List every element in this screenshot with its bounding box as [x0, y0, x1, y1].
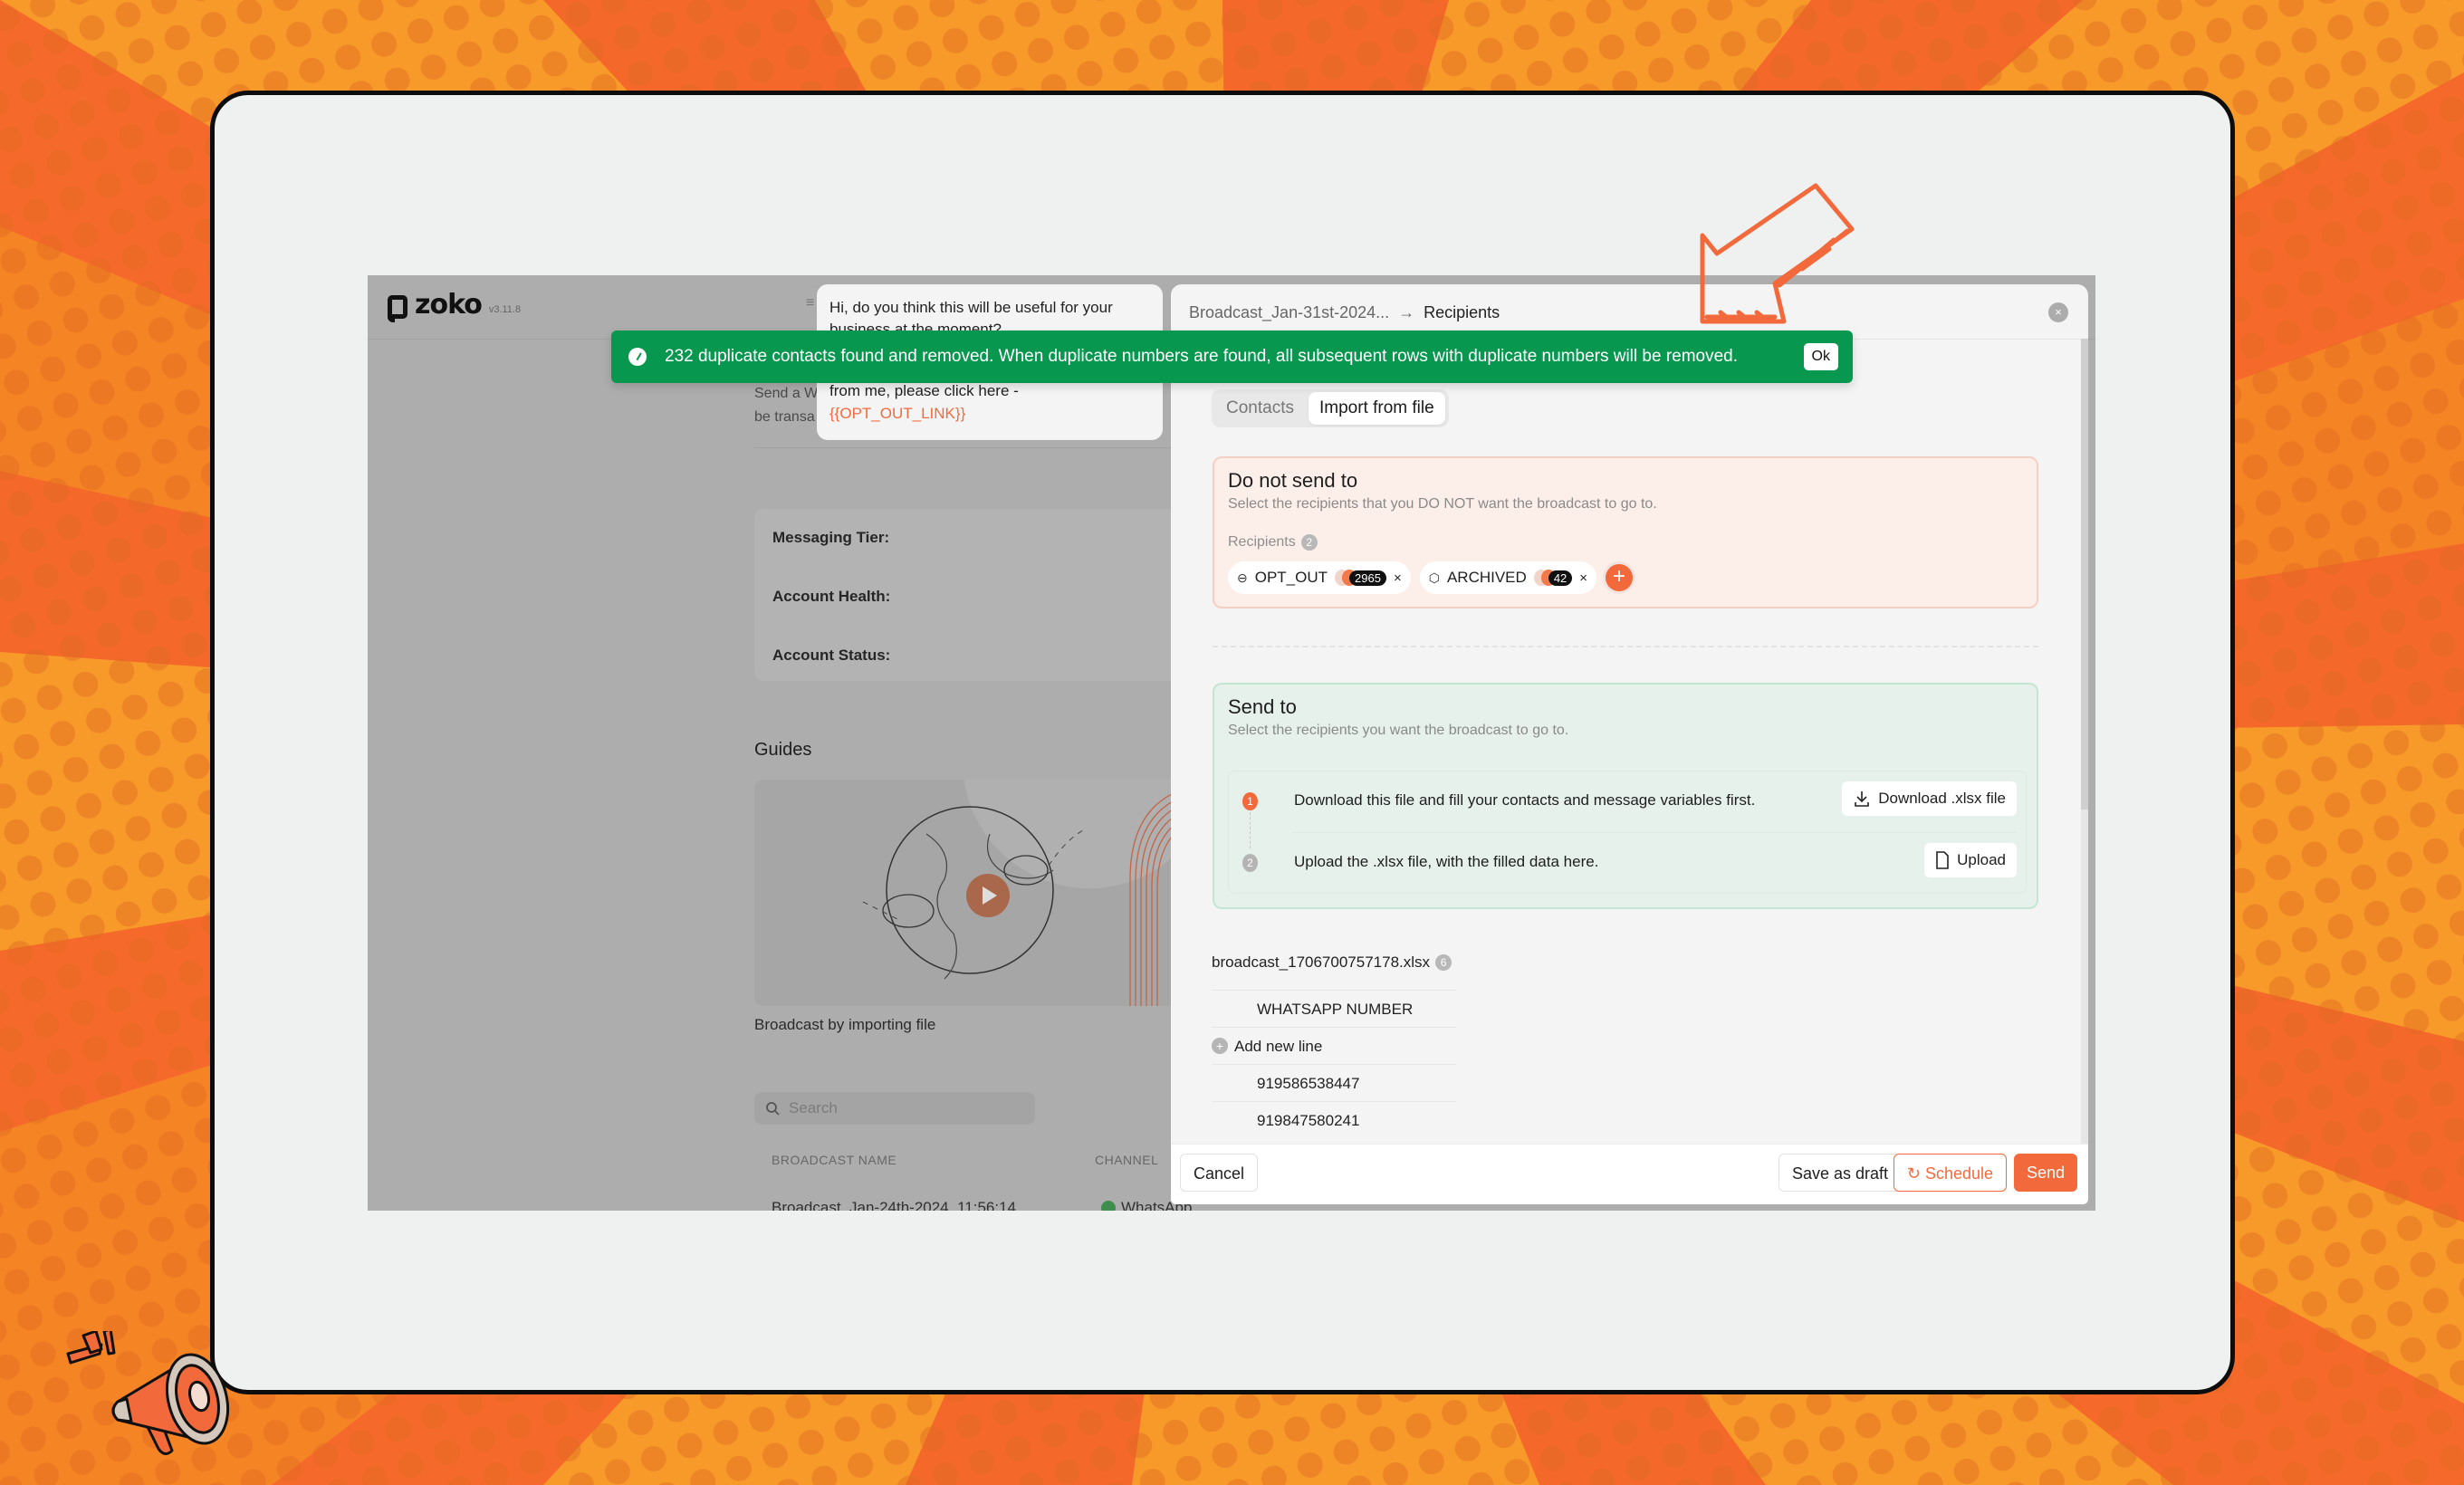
schedule-label: Schedule — [1924, 1164, 1993, 1183]
guide-video-thumbnail[interactable] — [754, 780, 1180, 1006]
app-window: zoko v3.11.8 ≡ Send a W be transa Messag… — [368, 275, 2095, 1211]
search-icon — [766, 1102, 780, 1116]
import-steps: 1 Download this file and fill your conta… — [1228, 771, 2027, 894]
tab-import-from-file[interactable]: Import from file — [1308, 392, 1445, 425]
chip-archived[interactable]: ⬡ ARCHIVED 42 × — [1419, 561, 1597, 594]
section-divider — [1213, 646, 2038, 647]
table-row[interactable]: 919586538447 — [1212, 1064, 1456, 1101]
messaging-tier-label: Messaging Tier: — [772, 529, 890, 546]
opt-out-link-variable: {{OPT_OUT_LINK}} — [829, 405, 966, 422]
duplicate-contacts-toast: 232 duplicate contacts found and removed… — [611, 331, 1853, 383]
scrollbar[interactable] — [2081, 339, 2088, 1163]
file-name: broadcast_1706700757178.xlsx — [1212, 953, 1431, 971]
column-header-channel: CHANNEL — [1095, 1153, 1159, 1167]
chip-count: 2965 — [1349, 570, 1386, 586]
do-not-send-subtitle: Select the recipients that you DO NOT wa… — [1228, 496, 1657, 512]
breadcrumb-current: Recipients — [1424, 303, 1500, 321]
megaphone-icon — [66, 1331, 230, 1455]
divider — [754, 447, 1180, 448]
avatar-stack: 42 — [1533, 570, 1573, 586]
chip-label: OPT_OUT — [1254, 569, 1328, 586]
tab-contacts[interactable]: Contacts — [1215, 392, 1305, 425]
search-input[interactable]: Search — [754, 1092, 1035, 1125]
step-number: 2 — [1242, 854, 1258, 872]
send-to-subtitle: Select the recipients you want the broad… — [1228, 723, 1569, 738]
breadcrumb: Broadcast_Jan-31st-2024... → Recipients — [1189, 303, 1500, 322]
add-new-line-label: Add new line — [1234, 1038, 1323, 1055]
annotation-arrow-icon — [1700, 183, 1855, 324]
step-number: 1 — [1242, 792, 1258, 810]
toast-message: 232 duplicate contacts found and removed… — [665, 347, 1739, 366]
close-icon[interactable]: × — [2048, 302, 2068, 322]
add-new-line-button[interactable]: + Add new line — [1212, 1027, 1456, 1064]
opt-out-icon: ⊖ — [1237, 570, 1248, 585]
send-description-line2: be transa — [754, 409, 815, 425]
success-check-icon — [628, 348, 647, 366]
chip-label: ARCHIVED — [1446, 569, 1527, 586]
app-version: v3.11.8 — [488, 304, 522, 315]
scrollbar-thumb[interactable] — [2081, 339, 2088, 810]
account-info-box: Messaging Tier: Account Health: Account … — [754, 509, 1189, 681]
search-placeholder: Search — [789, 1099, 838, 1116]
button-label: Download .xlsx file — [1878, 790, 2006, 807]
send-to-section: Send to Select the recipients you want t… — [1213, 683, 2038, 909]
column-header-whatsapp-number: WHATSAPP NUMBER — [1257, 1001, 1414, 1018]
phone-number-cell[interactable]: 919847580241 — [1257, 1112, 1359, 1130]
phone-number-cell[interactable]: 919586538447 — [1257, 1075, 1359, 1093]
guides-title: Guides — [754, 740, 812, 760]
send-button[interactable]: Send — [2013, 1154, 2077, 1192]
recipients-panel: Broadcast_Jan-31st-2024... → Recipients … — [1171, 284, 2088, 1204]
download-xlsx-button[interactable]: Download .xlsx file — [1842, 781, 2017, 816]
step-download: 1 Download this file and fill your conta… — [1229, 771, 2026, 831]
send-to-title: Send to — [1228, 695, 1297, 718]
whatsapp-icon — [1101, 1201, 1116, 1211]
breadcrumb-parent[interactable]: Broadcast_Jan-31st-2024... — [1189, 303, 1389, 322]
schedule-button[interactable]: ↻ Schedule — [1893, 1154, 2007, 1192]
cancel-button[interactable]: Cancel — [1180, 1154, 1259, 1192]
upload-button[interactable]: Upload — [1924, 843, 2017, 877]
file-icon — [1936, 851, 1949, 869]
zoko-logo-icon — [388, 295, 407, 322]
excluded-recipient-chips: ⊖ OPT_OUT 2965 × ⬡ ARCHIVED 42 × + — [1228, 561, 1634, 594]
step-text: Upload the .xlsx file, with the filled d… — [1294, 853, 1599, 870]
file-row-count-badge: 6 — [1435, 954, 1453, 971]
brand-name: zoko — [415, 289, 483, 321]
table-header-row: WHATSAPP NUMBER — [1212, 990, 1456, 1027]
button-label: Upload — [1957, 851, 2006, 868]
chip-opt-out[interactable]: ⊖ OPT_OUT 2965 × — [1228, 561, 1411, 594]
do-not-send-title: Do not send to — [1228, 469, 1358, 492]
recipients-label-text: Recipients — [1228, 534, 1296, 550]
add-recipient-button[interactable]: + — [1606, 564, 1634, 591]
recipient-source-tabs: Contacts Import from file — [1212, 389, 1449, 427]
message-line-1: Hi, do you think this will be useful for… — [829, 299, 1113, 316]
broadcast-name-cell[interactable]: Broadcast_Jan-24th-2024_11:56:14 — [772, 1199, 1016, 1211]
step-upload: 2 Upload the .xlsx file, with the filled… — [1229, 833, 2026, 893]
remove-chip-icon[interactable]: × — [1579, 570, 1587, 586]
plus-icon: + — [1212, 1038, 1228, 1054]
recipients-count-badge: 2 — [1300, 534, 1318, 551]
download-icon — [1855, 791, 1870, 807]
account-status-label: Account Status: — [772, 647, 891, 664]
panel-footer: Cancel Save as draft ↻ Schedule Send — [1171, 1144, 2088, 1204]
remove-chip-icon[interactable]: × — [1394, 570, 1402, 586]
chip-count: 42 — [1548, 570, 1573, 586]
uploaded-file: broadcast_1706700757178.xlsx 6 — [1212, 953, 1453, 972]
avatar-stack: 2965 — [1335, 570, 1386, 586]
recipients-label: Recipients 2 — [1228, 534, 1318, 551]
breadcrumb-arrow-icon: → — [1398, 303, 1415, 321]
column-header-broadcast-name: BROADCAST NAME — [772, 1153, 897, 1167]
archive-icon: ⬡ — [1428, 570, 1440, 585]
step-text: Download this file and fill your contact… — [1294, 791, 1756, 809]
message-line-3: from me, please click here - — [829, 382, 1019, 399]
globe-illustration — [862, 780, 1180, 980]
table-row[interactable]: 919847580241 — [1212, 1101, 1456, 1138]
guide-caption: Broadcast by importing file — [754, 1016, 936, 1033]
do-not-send-section: Do not send to Select the recipients tha… — [1213, 456, 2038, 608]
clock-icon: ↻ — [1906, 1164, 1925, 1183]
imported-numbers-table: WHATSAPP NUMBER + Add new line 9195865384… — [1212, 990, 1456, 1138]
send-description-line1: Send a W — [754, 386, 819, 401]
logo: zoko v3.11.8 — [388, 289, 522, 322]
account-health-label: Account Health: — [772, 588, 891, 605]
save-as-draft-button[interactable]: Save as draft — [1778, 1154, 1902, 1192]
